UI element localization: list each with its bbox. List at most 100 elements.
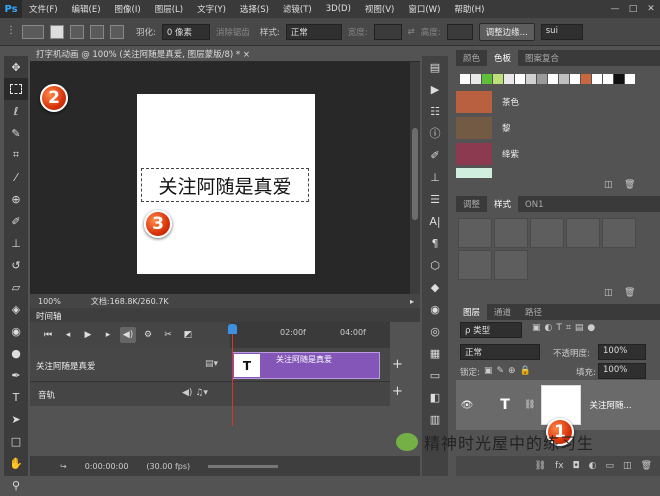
brush-preset-icon[interactable]: ✐ xyxy=(422,144,448,166)
intersect-selection-icon[interactable] xyxy=(110,24,124,39)
style-select[interactable]: 正常 xyxy=(285,23,342,40)
status-arrow-icon[interactable]: ▸ xyxy=(410,297,420,306)
actions-icon[interactable]: ▶ xyxy=(422,78,448,100)
scrollbar-thumb[interactable] xyxy=(412,128,418,220)
document-tab[interactable]: 打字机动画 @ 100% (关注阿随是真爱, 图层蒙版/8) * × xyxy=(30,46,420,62)
lasso-tool-icon[interactable]: ℓ xyxy=(4,100,28,122)
swatch-chip[interactable] xyxy=(493,74,503,84)
menu-3d[interactable]: 3D(D) xyxy=(319,4,358,14)
tab-on1[interactable]: ON1 xyxy=(518,198,550,212)
menu-select[interactable]: 选择(S) xyxy=(233,3,276,15)
marquee-preset-icon[interactable] xyxy=(22,24,44,39)
style-preset[interactable] xyxy=(458,250,492,280)
first-frame-icon[interactable]: ⏮ xyxy=(40,327,56,343)
clone-stamp-tool-icon[interactable]: ⊥ xyxy=(4,232,28,254)
tab-pattern-comp[interactable]: 图案复合 xyxy=(518,50,566,66)
style-preset[interactable] xyxy=(602,218,636,248)
zoom-slider[interactable] xyxy=(208,464,279,468)
clone-source-icon[interactable]: ⊥ xyxy=(422,166,448,188)
antialias-checkbox[interactable]: 消除锯齿 xyxy=(216,26,250,38)
link-layers-icon[interactable]: ⛓ xyxy=(535,461,546,471)
zoom-level[interactable]: 100% xyxy=(38,297,61,306)
blend-mode-select[interactable]: 正常 xyxy=(460,344,540,360)
swatch-chip[interactable] xyxy=(581,74,591,84)
style-preset[interactable] xyxy=(494,218,528,248)
swatch-chip[interactable] xyxy=(614,74,624,84)
height-input[interactable] xyxy=(446,23,473,40)
healing-brush-tool-icon[interactable]: ⊕ xyxy=(4,188,28,210)
swatch-chip[interactable] xyxy=(592,74,602,84)
history-brush-tool-icon[interactable]: ↺ xyxy=(4,254,28,276)
swatch-chip[interactable] xyxy=(515,74,525,84)
swatch-item[interactable]: 绛紫 xyxy=(456,142,640,166)
menu-help[interactable]: 帮助(H) xyxy=(447,3,491,15)
lock-icons[interactable]: ▣✎⊕🔒 xyxy=(484,366,535,376)
layer-filter-select[interactable]: ρ 类型 xyxy=(460,322,522,338)
delete-layer-icon[interactable]: 🗑 xyxy=(641,461,652,471)
group-icon[interactable]: ▭ xyxy=(606,461,615,471)
path-selection-tool-icon[interactable]: ➤ xyxy=(4,408,28,430)
swatch-item[interactable]: 黎 xyxy=(456,116,640,140)
menu-layer[interactable]: 图层(L) xyxy=(148,3,190,15)
style-preset[interactable] xyxy=(530,218,564,248)
navigator-icon[interactable]: ◉ xyxy=(422,298,448,320)
paragraph-icon[interactable]: ¶ xyxy=(422,232,448,254)
subtract-selection-icon[interactable] xyxy=(90,24,104,39)
track-name[interactable]: 关注阿随是真爱 xyxy=(36,360,96,372)
track-filmstrip-icon[interactable]: ▤▾ xyxy=(205,359,218,369)
audio-toggle-icon[interactable]: ◀) xyxy=(120,327,136,343)
properties-icon[interactable]: ☷ xyxy=(422,100,448,122)
maximize-button[interactable]: □ xyxy=(624,4,642,14)
swatch-chip[interactable] xyxy=(625,74,635,84)
notes-icon[interactable]: ▦ xyxy=(422,342,448,364)
swatch-chip[interactable] xyxy=(548,74,558,84)
swap-icon[interactable]: ⇄ xyxy=(408,27,415,37)
audio-track-row[interactable] xyxy=(30,382,390,406)
timeline-panel-title[interactable]: 时间轴 xyxy=(30,308,420,322)
brush-tool-icon[interactable]: ✐ xyxy=(4,210,28,232)
link-icon[interactable]: ⛓ xyxy=(524,400,535,410)
tab-swatches[interactable]: 色板 xyxy=(487,50,519,66)
character-icon[interactable]: A| xyxy=(422,210,448,232)
fx-icon[interactable]: fx xyxy=(555,461,564,471)
layer-name[interactable]: 关注阿随... xyxy=(589,399,631,411)
hand-tool-icon[interactable]: ✋ xyxy=(4,452,28,474)
color-wheel-icon[interactable]: ◎ xyxy=(422,320,448,342)
refine-edge-button[interactable]: 调整边缘... xyxy=(478,22,535,41)
menu-edit[interactable]: 编辑(E) xyxy=(65,3,108,15)
add-selection-icon[interactable] xyxy=(70,24,84,39)
menu-filter[interactable]: 滤镜(T) xyxy=(276,3,319,15)
settings-icon[interactable]: ⚙ xyxy=(140,327,156,343)
tab-layers[interactable]: 图层 xyxy=(456,304,488,320)
tab-adjustments[interactable]: 调整 xyxy=(456,196,487,212)
feather-input[interactable]: 0 像素 xyxy=(161,23,210,40)
swatch-color-chip-partial[interactable] xyxy=(456,168,492,178)
transition-icon[interactable]: ◩ xyxy=(180,327,196,343)
next-frame-icon[interactable]: ▸ xyxy=(100,327,116,343)
new-selection-icon[interactable] xyxy=(50,24,64,39)
pen-tool-icon[interactable]: ✒ xyxy=(4,364,28,386)
swatch-chip[interactable] xyxy=(537,74,547,84)
style-preset[interactable] xyxy=(458,218,492,248)
prev-frame-icon[interactable]: ◂ xyxy=(60,327,76,343)
close-button[interactable]: ✕ xyxy=(642,4,660,14)
3d-icon[interactable]: ⬡ xyxy=(422,254,448,276)
opacity-input[interactable]: 100% xyxy=(598,344,646,360)
menu-image[interactable]: 图像(I) xyxy=(108,3,148,15)
tab-styles[interactable]: 样式 xyxy=(487,196,519,212)
quick-selection-tool-icon[interactable]: ✎ xyxy=(4,122,28,144)
adjustments-icon[interactable]: ☰ xyxy=(422,188,448,210)
playhead[interactable] xyxy=(228,324,237,334)
tab-color[interactable]: 颜色 xyxy=(456,50,487,66)
paint-bucket-tool-icon[interactable]: ◈ xyxy=(4,298,28,320)
convert-icon[interactable]: ↪ xyxy=(60,462,67,471)
add-mask-icon[interactable]: ◘ xyxy=(573,461,580,471)
menu-file[interactable]: 文件(F) xyxy=(22,3,65,15)
new-swatch-icon[interactable]: ◫ xyxy=(604,180,613,190)
tab-channels[interactable]: 通道 xyxy=(487,304,518,320)
type-tool-icon[interactable]: T xyxy=(4,386,28,408)
swatch-chip[interactable] xyxy=(460,74,470,84)
style-preset[interactable] xyxy=(566,218,600,248)
eraser-tool-icon[interactable]: ▱ xyxy=(4,276,28,298)
crop-tool-icon[interactable]: ⌗ xyxy=(4,144,28,166)
